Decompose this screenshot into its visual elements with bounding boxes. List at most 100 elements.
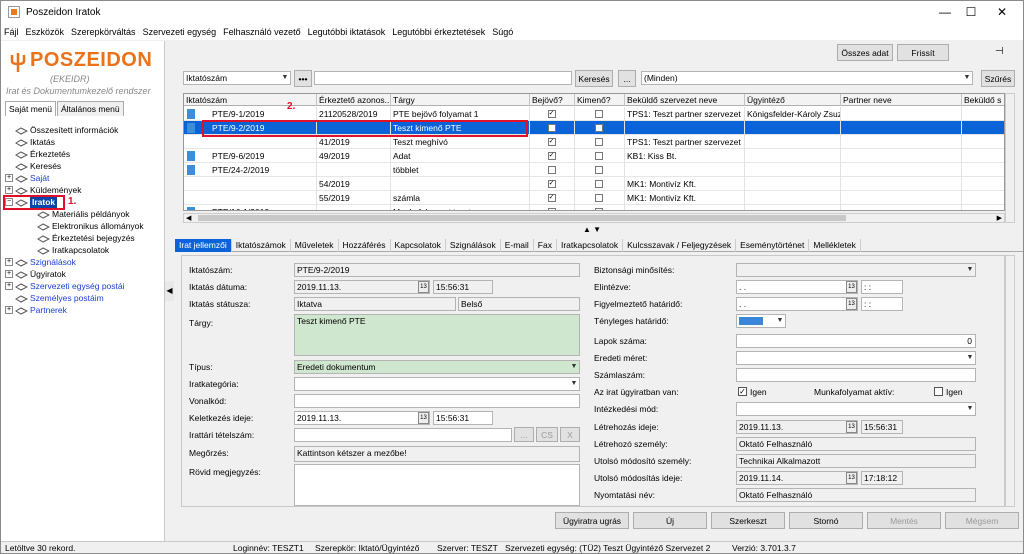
outgoing-checkbox[interactable] [595, 138, 603, 146]
detail-tab[interactable]: Szignálások [446, 239, 501, 252]
elint-time-field[interactable]: : : [861, 280, 903, 294]
storno-button[interactable]: Stornó [789, 512, 863, 529]
table-row[interactable]: PTE/24-2/2019 többlet [184, 163, 1004, 177]
outgoing-checkbox[interactable] [595, 110, 603, 118]
cancel-button[interactable]: Mégsem [945, 512, 1019, 529]
calendar-icon[interactable]: 13 [846, 281, 857, 293]
tree-node[interactable]: Iktatás [3, 136, 163, 148]
ugyirat-checkbox[interactable]: ✓ [738, 387, 747, 396]
tree-node[interactable]: Személyes postáim [3, 292, 163, 304]
goto-case-button[interactable]: Ügyiratra ugrás [555, 512, 629, 529]
table-row[interactable]: 55/2019 számla ✓ MK1: Montivíz Kft. [184, 191, 1004, 205]
expand-icon[interactable]: + [5, 258, 13, 266]
tipus-select[interactable]: Eredeti dokumentum ▼ [294, 360, 580, 374]
intez-select[interactable]: ▼ [736, 402, 976, 416]
table-row[interactable]: PTE/16-1/2019 Munkafolyamat teszt [184, 205, 1004, 210]
new-button[interactable]: Új [633, 512, 707, 529]
incoming-checkbox[interactable]: ✓ [547, 110, 556, 118]
col-kimeno[interactable]: Kimenő? [575, 94, 625, 106]
scroll-thumb[interactable] [198, 215, 846, 221]
outgoing-checkbox[interactable] [595, 152, 603, 160]
incoming-checkbox[interactable]: ✓ [547, 180, 556, 188]
detail-tab[interactable]: Fax [534, 239, 557, 252]
detail-tab[interactable]: Kapcsolatok [391, 239, 446, 252]
search-input[interactable] [314, 71, 572, 85]
meret-select[interactable]: ▼ [736, 351, 976, 365]
expand-icon[interactable]: + [5, 306, 13, 314]
maximize-button[interactable]: ☐ [956, 1, 986, 23]
detail-tab[interactable]: Irat jellemzői [175, 239, 232, 252]
detail-tab[interactable]: Iratkapcsolatok [557, 239, 624, 252]
incoming-checkbox[interactable]: ✓ [547, 152, 556, 160]
lapok-field[interactable]: 0 [736, 334, 976, 348]
menu-recent-filings[interactable]: Legutóbbi iktatások [308, 27, 386, 37]
more-options-button[interactable]: ••• [294, 70, 312, 87]
teny-select[interactable]: ▼ [736, 314, 786, 328]
figy-field[interactable]: . . 13 [736, 297, 858, 311]
tetel-field[interactable] [294, 428, 512, 442]
incoming-checkbox[interactable]: ✓ [547, 138, 556, 146]
expand-icon[interactable]: + [5, 270, 13, 278]
edit-button[interactable]: Szerkeszt [711, 512, 785, 529]
col-iktatoszam[interactable]: Iktatószám [184, 94, 317, 106]
filter-select[interactable]: (Minden) ▼ [641, 71, 973, 85]
save-button[interactable]: Mentés [867, 512, 941, 529]
targy-field[interactable]: Teszt kimenő PTE [294, 314, 580, 356]
menu-role-switch[interactable]: Szerepkörváltás [71, 27, 136, 37]
detail-tab[interactable]: Kulcsszavak / Feljegyzések [623, 239, 737, 252]
menu-recent-arrivals[interactable]: Legutóbbi érkeztetések [392, 27, 485, 37]
outgoing-checkbox[interactable] [595, 194, 603, 202]
all-data-button[interactable]: Összes adat [837, 44, 893, 61]
outgoing-checkbox[interactable] [595, 180, 603, 188]
close-button[interactable]: ✕ [987, 1, 1017, 23]
table-row[interactable]: PTE/9-6/2019 49/2019 Adat ✓ KB1: Kiss Bt. [184, 149, 1004, 163]
scroll-right-icon[interactable]: ▶ [997, 214, 1002, 222]
tree-node[interactable]: + Saját [3, 172, 163, 184]
vonalkod-field[interactable] [294, 394, 580, 408]
kategoria-select[interactable]: ▼ [294, 377, 580, 391]
incoming-checkbox[interactable] [547, 166, 556, 174]
filter-button[interactable]: Szűrés [981, 70, 1015, 87]
menu-org-unit[interactable]: Szervezeti egység [143, 27, 217, 37]
col-bejovo[interactable]: Bejövő? [530, 94, 575, 106]
detail-tab[interactable]: Mellékletek [809, 239, 861, 252]
calendar-icon[interactable]: 13 [418, 281, 429, 293]
refresh-button[interactable]: Frissít [897, 44, 949, 61]
browse-button[interactable]: ... [618, 70, 636, 87]
tree-node[interactable]: Keresés [3, 160, 163, 172]
expand-icon[interactable]: + [5, 186, 13, 194]
incoming-checkbox[interactable] [547, 124, 556, 132]
menu-help[interactable]: Súgó [492, 27, 513, 37]
megorzes-field[interactable]: Kattintson kétszer a mezőbe! [294, 446, 580, 462]
table-row[interactable]: PTE/9-1/2019 21120528/2019 PTE bejövő foly… [184, 107, 1004, 121]
expand-icon[interactable]: + [5, 282, 13, 290]
expand-icon[interactable]: + [5, 174, 13, 182]
figy-time-field[interactable]: : : [861, 297, 903, 311]
calendar-icon[interactable]: 13 [418, 412, 429, 424]
col-ugyintezo[interactable]: Ügyintéző [745, 94, 841, 106]
outgoing-checkbox[interactable] [595, 124, 603, 132]
details-vertical-scrollbar[interactable] [1005, 255, 1015, 507]
tab-general-menu[interactable]: Általános menü [57, 101, 124, 116]
outgoing-checkbox[interactable] [595, 208, 603, 210]
kelt-time-field[interactable]: 15:56:31 [433, 411, 493, 425]
tetel-clear-button[interactable]: X [560, 427, 580, 442]
search-button[interactable]: Keresés [575, 70, 613, 87]
col-partner[interactable]: Partner neve [841, 94, 962, 106]
menu-user-manager[interactable]: Felhasználó vezető [223, 27, 301, 37]
tree-node[interactable]: Iratkapcsolatok [3, 244, 163, 256]
tree-node[interactable]: + Szervezeti egység postái [3, 280, 163, 292]
incoming-checkbox[interactable] [547, 208, 556, 210]
tree-node[interactable]: Érkeztetési bejegyzés [3, 232, 163, 244]
tetel-cs-button[interactable]: CS [536, 427, 558, 442]
tree-node[interactable]: Érkeztetés [3, 148, 163, 160]
col-bekuldo-s[interactable]: Beküldő s [962, 94, 1004, 106]
scroll-left-icon[interactable]: ◀ [186, 214, 191, 222]
detail-tab[interactable]: Hozzáférés [339, 239, 391, 252]
splitter-arrows-icon[interactable]: ▲ ▼ [583, 225, 601, 234]
rovid-megjegyzes-field[interactable] [294, 464, 580, 506]
tetel-browse-button[interactable]: ... [514, 427, 534, 442]
menu-file[interactable]: Fájl [4, 27, 19, 37]
col-bekuldo[interactable]: Beküldő szervezet neve [625, 94, 745, 106]
col-erkezteto[interactable]: Érkeztető azonos... [317, 94, 391, 106]
